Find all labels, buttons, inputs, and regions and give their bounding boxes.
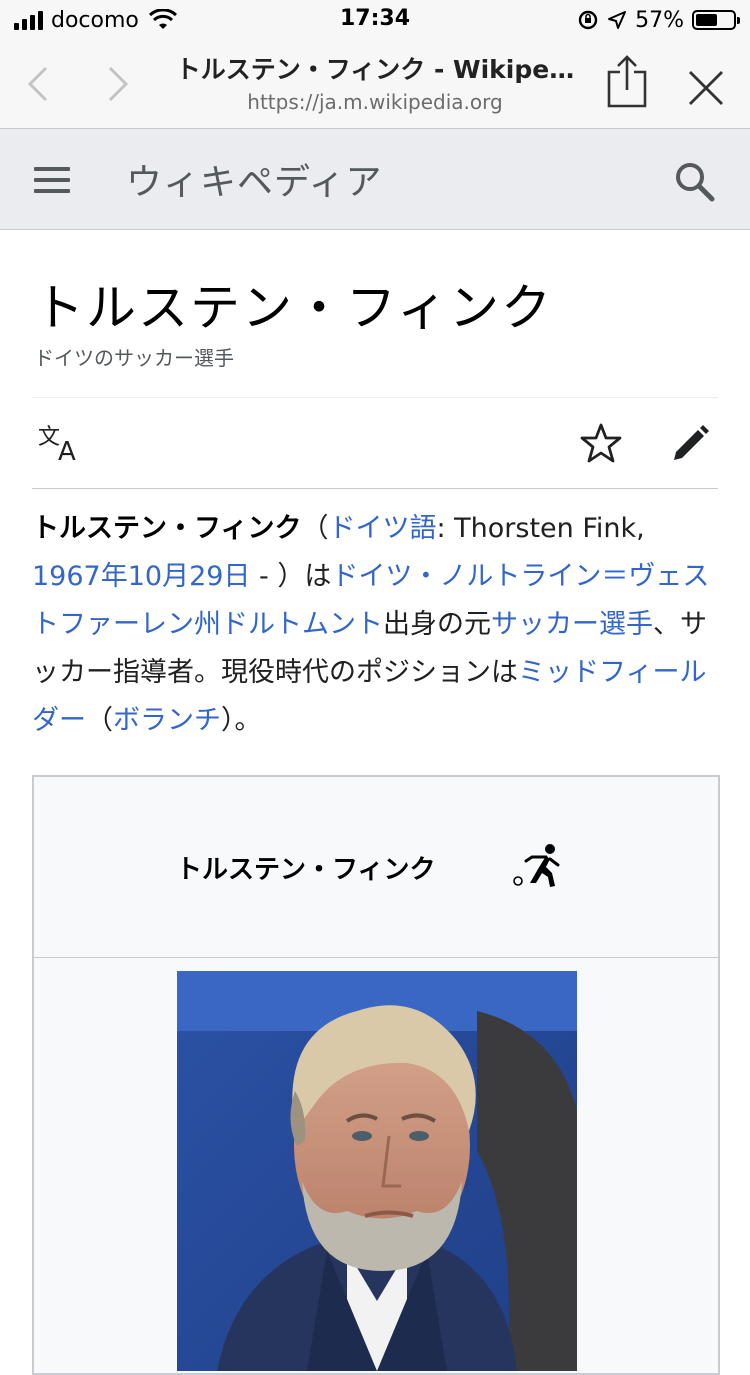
language-icon[interactable]: 文 A (38, 424, 86, 464)
page-description: ドイツのサッカー選手 (34, 346, 234, 370)
battery-icon (692, 10, 740, 30)
page-actions: 文 A (32, 397, 718, 489)
star-icon[interactable] (580, 422, 622, 464)
svg-text:A: A (58, 437, 76, 464)
forward-icon[interactable] (96, 64, 136, 104)
status-bar: docomo 17:34 57% (0, 0, 750, 40)
battery-percent: 57% (635, 7, 684, 33)
orientation-lock-icon (578, 10, 598, 30)
status-right: 57% (577, 6, 740, 34)
battery-level (696, 14, 717, 26)
lead-paragraph: トルステン・フィンク（ドイツ語: Thorsten Fink, 1967年10月… (32, 505, 722, 745)
svg-text:文: 文 (38, 425, 60, 450)
location-icon (608, 11, 627, 29)
link-soccer-player[interactable]: サッカー選手 (491, 609, 653, 640)
menu-icon[interactable] (30, 163, 72, 197)
browser-page-title[interactable]: トルステン・フィンク - Wikipe… (160, 50, 590, 86)
link-volante[interactable]: ボランチ (113, 705, 221, 736)
wiki-logo[interactable]: ウィキペディア (126, 153, 382, 205)
link-german[interactable]: ドイツ語 (328, 513, 436, 544)
lead-name: トルステン・フィンク (32, 513, 302, 544)
player-photo (177, 971, 577, 1371)
search-icon[interactable] (670, 157, 718, 205)
share-icon[interactable] (604, 54, 650, 110)
lead-german-name: : Thorsten Fink, (436, 513, 645, 544)
page-title: トルステン・フィンク (34, 279, 553, 337)
edit-icon[interactable] (670, 422, 712, 464)
browser-url[interactable]: https://ja.m.wikipedia.org (160, 90, 590, 114)
link-birthdate[interactable]: 1967年10月29日 (32, 561, 250, 592)
lead-dash: - ）は (250, 561, 332, 592)
soccer-player-icon (513, 844, 560, 887)
lead-origin: 出身の元 (383, 609, 491, 640)
infobox: トルステン・フィンク (32, 775, 720, 1375)
back-icon[interactable] (20, 64, 60, 104)
lead-end: ）。 (221, 705, 262, 736)
lead-paren2: （ (86, 705, 113, 736)
infobox-title: トルステン・フィンク (176, 855, 436, 885)
browser-toolbar: トルステン・フィンク - Wikipe… https://ja.m.wikipe… (0, 40, 750, 129)
infobox-header: トルステン・フィンク (34, 777, 718, 958)
close-icon[interactable] (684, 66, 728, 110)
lead-paren: （ (301, 513, 329, 544)
wiki-header: ウィキペディア (0, 129, 750, 230)
